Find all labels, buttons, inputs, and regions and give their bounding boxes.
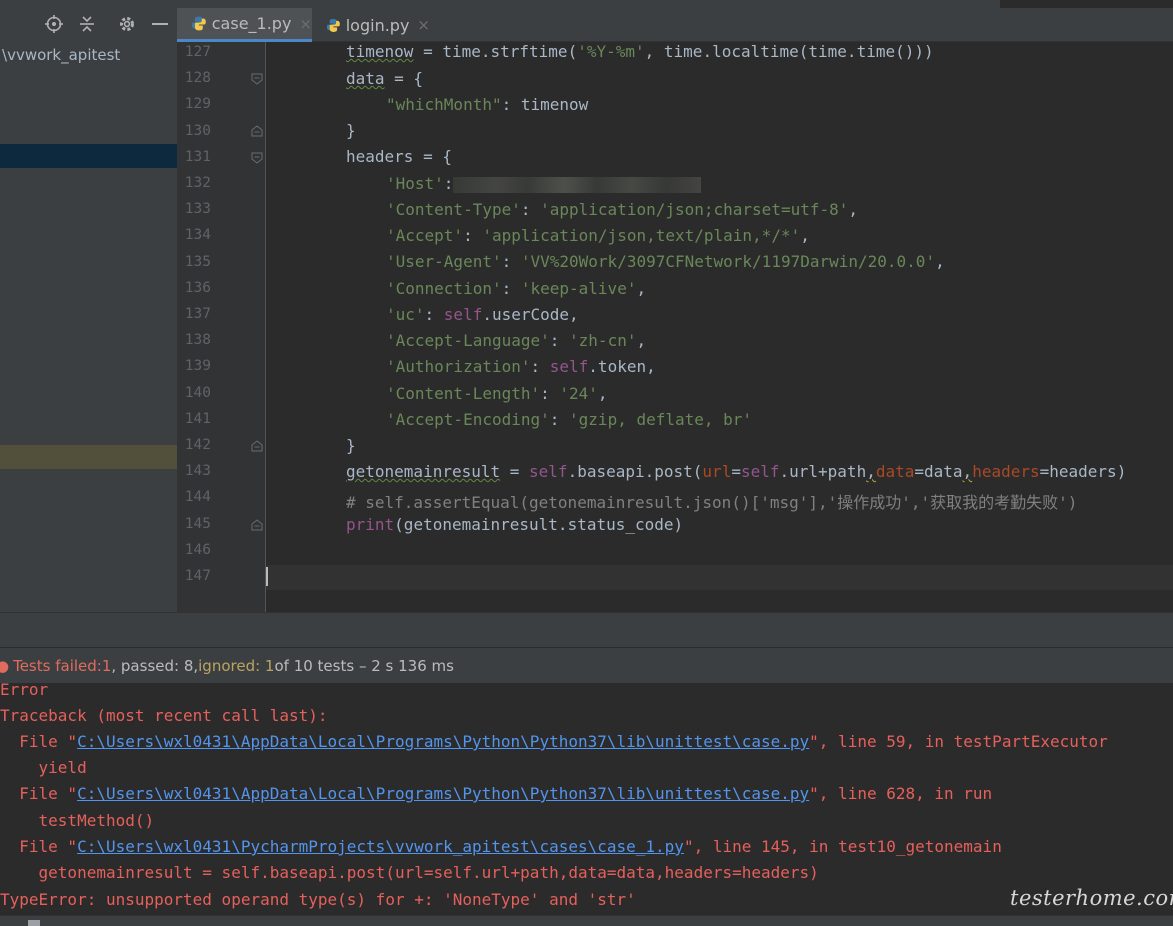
line-number: 137: [184, 306, 211, 322]
fold-open-icon[interactable]: [251, 152, 263, 164]
code-line-141[interactable]: 'Accept-Encoding': 'gzip, deflate, br': [386, 410, 752, 429]
code-line-128[interactable]: data = {: [346, 69, 423, 88]
failed-status-icon: ●: [0, 656, 10, 675]
code-line-132[interactable]: 'Host':: [386, 174, 702, 193]
line-number: 138: [184, 332, 211, 349]
console-line: Traceback (most recent call last):: [0, 706, 328, 725]
tree-selected-row[interactable]: [0, 144, 177, 168]
code-line-129[interactable]: "whichMonth": timenow: [386, 95, 588, 114]
collapse-all-icon[interactable]: [77, 14, 97, 34]
code-line-137[interactable]: 'uc': self.userCode,: [386, 305, 579, 324]
python-file-icon: [191, 16, 206, 31]
code-line-144[interactable]: # self.assertEqual(getonemainresult.json…: [346, 489, 1077, 513]
tool-window-icon[interactable]: [28, 920, 40, 926]
test-status-bar: ● Tests failed: 1 , passed: 8, ignored: …: [0, 647, 1173, 683]
fold-close-icon[interactable]: [251, 125, 263, 137]
line-number: 141: [184, 410, 211, 427]
console-line: TypeError: unsupported operand type(s) f…: [0, 890, 636, 909]
tab-label: login.py: [345, 15, 410, 35]
code-line-145[interactable]: print(getonemainresult.status_code): [346, 515, 683, 534]
current-line-highlight: [266, 565, 1173, 590]
code-line-131[interactable]: headers = {: [346, 147, 452, 166]
line-number: 131: [184, 148, 211, 165]
code-line-140[interactable]: 'Content-Length': '24',: [386, 384, 608, 403]
line-number: 134: [184, 227, 211, 244]
close-icon[interactable]: ×: [417, 16, 430, 34]
watermark: testerhome.com: [1010, 886, 1173, 910]
fold-close-icon[interactable]: [251, 519, 263, 531]
console-line: File "C:\Users\wxl0431\PycharmProjects\v…: [0, 837, 1002, 856]
gear-icon[interactable]: [117, 14, 137, 34]
code-line-138[interactable]: 'Accept-Language': 'zh-cn',: [386, 331, 646, 350]
line-number: 142: [184, 437, 211, 453]
tab-case-1-py[interactable]: case_1.py ×: [177, 8, 312, 42]
close-icon[interactable]: ×: [299, 15, 312, 33]
console-line: yield: [0, 758, 87, 777]
code-line-143[interactable]: getonemainresult = self.baseapi.post(url…: [346, 462, 1126, 481]
project-root-item[interactable]: \vvwork_apitest: [2, 46, 120, 64]
line-number: 144: [184, 489, 211, 506]
line-number: 147: [184, 568, 211, 584]
line-number: 140: [184, 384, 211, 401]
tab-label: case_1.py: [211, 14, 292, 33]
console-line: File "C:\Users\wxl0431\AppData\Local\Pro…: [0, 732, 1108, 751]
run-panel-toolbar: [0, 612, 1173, 647]
line-number: 127: [184, 44, 211, 60]
console-line: Error: [0, 680, 49, 699]
line-number: 133: [184, 201, 211, 218]
console-line: getonemainresult = self.baseapi.post(url…: [0, 863, 819, 882]
line-number: 146: [184, 541, 211, 558]
fold-open-icon[interactable]: [251, 73, 263, 85]
fold-close-icon[interactable]: [251, 440, 263, 452]
code-line-136[interactable]: 'Connection': 'keep-alive',: [386, 279, 646, 298]
bottom-tool-strip: [0, 915, 1173, 926]
file-link[interactable]: C:\Users\wxl0431\AppData\Local\Programs\…: [77, 732, 809, 751]
console-line: File "C:\Users\wxl0431\AppData\Local\Pro…: [0, 784, 993, 803]
project-panel: \vvwork_apitest: [0, 0, 177, 612]
file-link[interactable]: C:\Users\wxl0431\PycharmProjects\vvwork_…: [77, 837, 684, 856]
line-number: 145: [184, 515, 211, 532]
locate-icon[interactable]: [44, 14, 64, 34]
project-toolbar: [0, 0, 177, 42]
line-number: 139: [184, 358, 211, 375]
line-number: 136: [184, 279, 211, 296]
console-output[interactable]: Error Traceback (most recent call last):…: [0, 680, 1173, 915]
line-number: 128: [184, 70, 211, 87]
code-line-135[interactable]: 'User-Agent': 'VV%20Work/3097CFNetwork/1…: [386, 252, 945, 271]
project-root-label: vvwork_apitest: [7, 46, 121, 64]
text-caret: [266, 567, 268, 586]
code-line-127[interactable]: timenow = time.strftime('%Y-%m', time.lo…: [346, 42, 934, 61]
line-number: 143: [184, 463, 211, 480]
python-file-icon: [326, 18, 340, 32]
tree-highlighted-row[interactable]: [0, 445, 177, 469]
file-link[interactable]: C:\Users\wxl0431\AppData\Local\Programs\…: [77, 784, 809, 803]
minimize-icon[interactable]: [150, 14, 170, 34]
tab-login-py[interactable]: login.py ×: [312, 8, 430, 42]
console-line: testMethod(): [0, 811, 155, 830]
line-number: 129: [184, 96, 211, 113]
code-line-142[interactable]: }: [346, 436, 356, 455]
code-line-134[interactable]: 'Accept': 'application/json,text/plain,*…: [386, 226, 810, 245]
line-number: 130: [184, 122, 211, 139]
editor-tab-bar: case_1.py × login.py ×: [177, 0, 1173, 42]
code-line-130[interactable]: }: [346, 121, 356, 140]
code-line-133[interactable]: 'Content-Type': 'application/json;charse…: [386, 200, 858, 219]
line-number: 135: [184, 253, 211, 270]
redacted-host-value: [453, 176, 702, 193]
code-line-139[interactable]: 'Authorization': self.token,: [386, 357, 656, 376]
line-number: 132: [184, 175, 211, 191]
